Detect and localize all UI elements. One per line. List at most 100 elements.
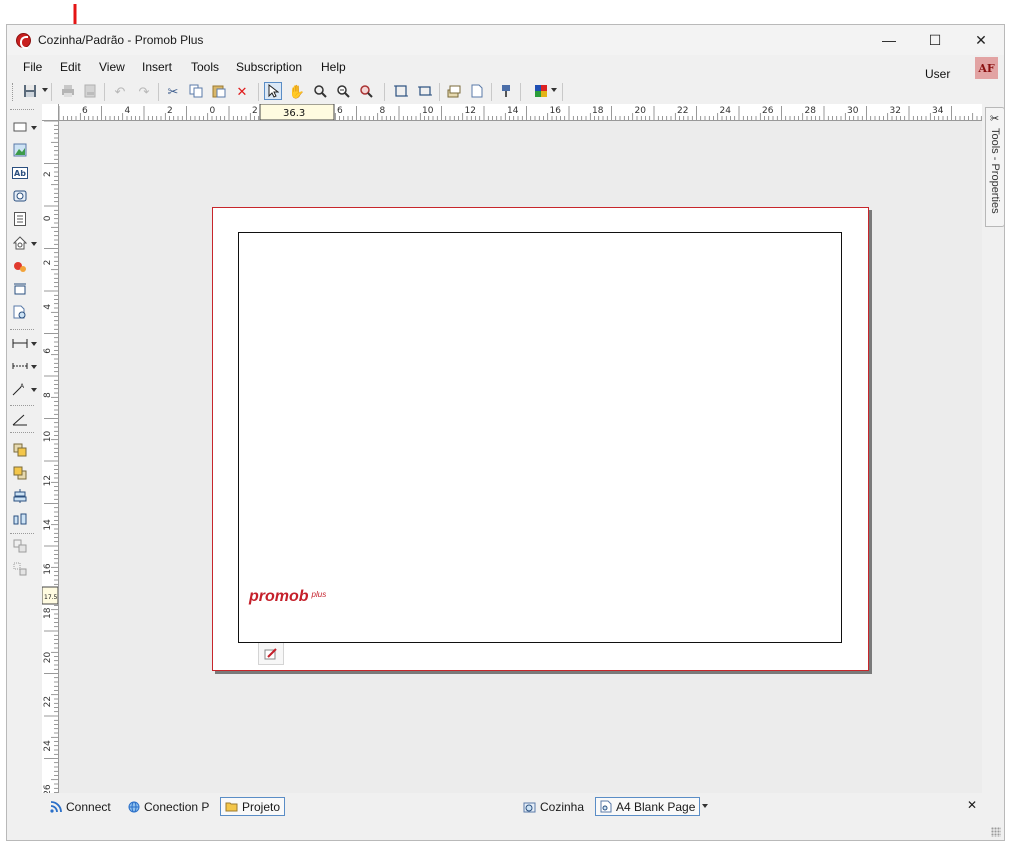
menu-tools[interactable]: Tools: [191, 60, 219, 74]
ruler-label: 14: [507, 106, 519, 116]
scene-icon: [523, 802, 536, 812]
drawing-canvas[interactable]: promob plus: [59, 121, 982, 793]
tab-cozinha[interactable]: Cozinha: [519, 797, 588, 816]
menu-help[interactable]: Help: [321, 60, 346, 74]
menu-edit[interactable]: Edit: [60, 60, 81, 74]
list-icon[interactable]: [10, 210, 30, 228]
ruler-label: 12: [43, 475, 53, 486]
close-window-button[interactable]: ✕: [958, 25, 1004, 55]
toolbar-separator: [491, 83, 492, 101]
tab-projeto-label: Projeto: [242, 799, 281, 814]
page-icon[interactable]: [468, 82, 486, 100]
menu-file[interactable]: File: [23, 60, 42, 74]
text-icon[interactable]: Ab: [10, 164, 30, 182]
tab-connect[interactable]: Connect: [46, 797, 115, 816]
menu-insert[interactable]: Insert: [142, 60, 172, 74]
aligned-dimension-dropdown[interactable]: [31, 365, 37, 369]
linear-dimension-icon[interactable]: [10, 334, 30, 352]
palette-dropdown[interactable]: [551, 88, 557, 92]
label-dropdown[interactable]: [31, 388, 37, 392]
ruler-label: 24: [720, 106, 732, 116]
status-bar: [7, 819, 1004, 840]
tab-projeto[interactable]: Projeto: [220, 797, 286, 816]
minimize-button[interactable]: —: [866, 25, 912, 55]
ruler-label: 22: [43, 696, 53, 707]
send-back-icon[interactable]: [10, 464, 30, 482]
color-palette-icon[interactable]: [532, 82, 550, 100]
toolbar-grip[interactable]: [12, 83, 15, 101]
bring-front-icon[interactable]: [10, 441, 30, 459]
properties-icon[interactable]: [497, 82, 515, 100]
ruler-label: 10: [422, 106, 434, 116]
toolbox-grip[interactable]: [10, 109, 34, 110]
group-icon[interactable]: [10, 537, 30, 555]
align-center-icon[interactable]: [10, 487, 30, 505]
camera-view-icon[interactable]: [10, 187, 30, 205]
ruler-corner: [42, 104, 59, 121]
toolbar-separator: [384, 83, 385, 101]
window-title: Cozinha/Padrão - Promob Plus: [38, 33, 204, 47]
menu-bar: File Edit View Insert Tools Subscription…: [7, 55, 1004, 81]
elevation-dropdown[interactable]: [31, 242, 37, 246]
ruler-label: 18: [592, 106, 604, 116]
menu-subscription[interactable]: Subscription: [236, 60, 302, 74]
vertical-ruler: 20246810121416182022242617.5: [42, 121, 59, 793]
menu-view[interactable]: View: [99, 60, 125, 74]
tools-properties-tab[interactable]: ✂ Tools - Properties: [985, 107, 1005, 227]
render-icon[interactable]: [10, 258, 30, 276]
maximize-button[interactable]: ☐: [912, 25, 958, 55]
ruler-readout: 17.5: [44, 594, 58, 601]
rectangle-dropdown[interactable]: [31, 126, 37, 130]
aligned-dimension-icon[interactable]: [10, 357, 30, 375]
pan-hand-icon[interactable]: ✋: [288, 82, 306, 100]
a4-page[interactable]: promob plus: [212, 207, 869, 671]
logo-text: promob: [249, 588, 309, 605]
frame-alt-icon[interactable]: [416, 82, 434, 100]
tabs-dropdown[interactable]: [702, 804, 708, 808]
cut-icon[interactable]: ✂: [164, 82, 182, 100]
pdf-icon[interactable]: [81, 82, 99, 100]
save-icon[interactable]: [21, 82, 39, 100]
close-tab-button[interactable]: ✕: [967, 798, 977, 812]
title-bar[interactable]: Cozinha/Padrão - Promob Plus — ☐ ✕: [7, 25, 1004, 55]
user-avatar[interactable]: AF: [975, 57, 998, 79]
page-frame[interactable]: promob plus: [238, 232, 842, 643]
label-icon[interactable]: A: [10, 380, 30, 398]
paste-icon[interactable]: [210, 82, 228, 100]
rectangle-icon[interactable]: [10, 118, 30, 136]
ruler-label: 4: [125, 106, 131, 116]
linear-dimension-dropdown[interactable]: [31, 342, 37, 346]
elevation-icon[interactable]: [10, 234, 30, 252]
frame-icon[interactable]: [392, 82, 410, 100]
ungroup-icon[interactable]: [10, 560, 30, 578]
resize-grip[interactable]: [991, 827, 1001, 837]
select-pointer-icon[interactable]: [264, 82, 282, 100]
tab-a4-blank-page[interactable]: A4 Blank Page: [595, 797, 701, 816]
layers-icon[interactable]: [445, 82, 463, 100]
dimension-box-icon[interactable]: [10, 280, 30, 298]
delete-icon[interactable]: ✕: [233, 82, 251, 100]
tab-conection-p[interactable]: Conection P: [124, 797, 213, 816]
zoom-out-icon[interactable]: [334, 82, 352, 100]
zoom-window-icon[interactable]: [311, 82, 329, 100]
redo-icon[interactable]: ↷: [135, 82, 153, 100]
promob-logo-icon: [16, 33, 31, 49]
angle-dimension-icon[interactable]: [10, 411, 30, 429]
tools-properties-label: Tools - Properties: [989, 128, 1001, 214]
ruler-label: 2: [167, 106, 173, 116]
clock-doc-icon[interactable]: [10, 303, 30, 321]
ruler-label: 0: [210, 106, 216, 116]
copy-icon[interactable]: [187, 82, 205, 100]
page-doc-icon: [600, 800, 612, 813]
ruler-label: 6: [337, 106, 343, 116]
ruler-label: 26: [43, 784, 53, 793]
print-icon[interactable]: [59, 82, 77, 100]
toolbox-separator: [10, 405, 34, 406]
promob-logo: promob plus: [249, 588, 326, 606]
save-dropdown[interactable]: [42, 88, 48, 92]
zoom-extents-icon[interactable]: [357, 82, 375, 100]
image-icon[interactable]: [10, 141, 30, 159]
undo-icon[interactable]: ↶: [111, 82, 129, 100]
edit-page-icon[interactable]: [258, 643, 284, 665]
distribute-icon[interactable]: [10, 510, 30, 528]
